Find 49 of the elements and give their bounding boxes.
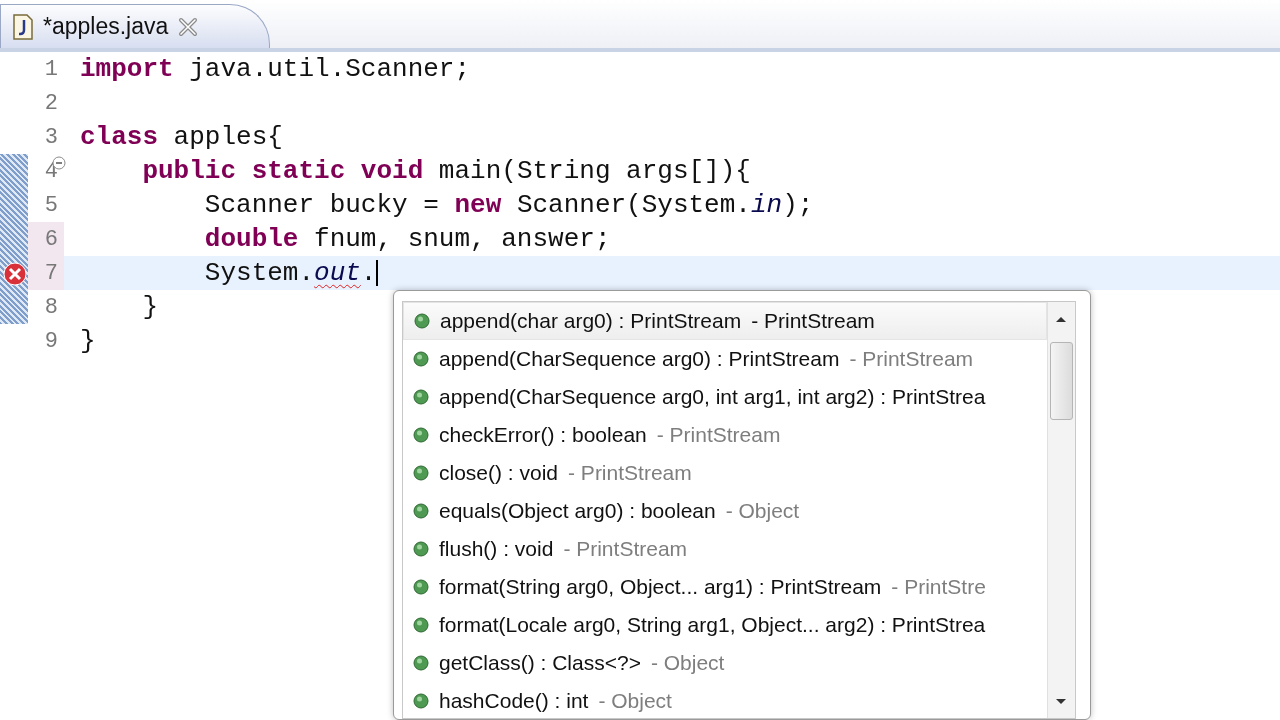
proposal-item[interactable]: getClass() : Class<?> - Object <box>403 644 1047 682</box>
method-icon <box>413 617 429 633</box>
code-line: } <box>80 326 96 356</box>
proposal-item[interactable]: append(CharSequence arg0, int arg1, int arg2) : PrintStrea <box>403 378 1047 416</box>
method-icon <box>413 427 429 443</box>
scroll-thumb[interactable] <box>1050 342 1073 420</box>
proposal-item[interactable]: close() : void - PrintStream <box>403 454 1047 492</box>
text-cursor <box>376 260 379 286</box>
line-number: 3 <box>44 124 58 150</box>
proposal-item[interactable]: format(String arg0, Object... arg1) : PrintStream - PrintStre <box>403 568 1047 606</box>
proposal-item[interactable]: hashCode() : int - Object <box>403 682 1047 718</box>
method-icon <box>413 541 429 557</box>
code-line: Scanner bucky = new Scanner(System.in); <box>203 190 814 220</box>
line-number: 2 <box>44 90 58 116</box>
line-number: 9 <box>44 328 58 354</box>
code-line: public static void main(String args[]){ <box>141 156 751 186</box>
error-token: out <box>314 258 361 288</box>
line-number: 5 <box>44 192 58 218</box>
line-number: 1 <box>44 56 58 82</box>
method-icon <box>413 465 429 481</box>
proposal-item[interactable]: checkError() : boolean - PrintStream <box>403 416 1047 454</box>
scroll-down-icon[interactable] <box>1054 697 1068 707</box>
method-icon <box>413 389 429 405</box>
method-icon <box>414 313 430 329</box>
scroll-up-icon[interactable] <box>1054 314 1068 324</box>
proposal-item[interactable]: append(CharSequence arg0) : PrintStream - PrintStream <box>403 340 1047 378</box>
code-line: System.out. <box>203 258 377 288</box>
tab-title: *apples.java <box>43 13 169 40</box>
method-icon <box>413 579 429 595</box>
method-icon <box>413 503 429 519</box>
method-icon <box>413 351 429 367</box>
line-number: 8 <box>44 294 58 320</box>
method-icon <box>413 655 429 671</box>
code-line: } <box>141 292 158 322</box>
code-line: double fnum, snum, answer; <box>203 224 611 254</box>
editor-tab[interactable]: *apples.java <box>0 4 270 48</box>
code-line: import java.util.Scanner; <box>80 54 471 84</box>
scrollbar[interactable] <box>1047 302 1075 718</box>
proposal-item[interactable]: flush() : void - PrintStream <box>403 530 1047 568</box>
method-icon <box>413 693 429 709</box>
code-line: class apples{ <box>80 122 283 152</box>
proposal-item[interactable]: equals(Object arg0) : boolean - Object <box>403 492 1047 530</box>
proposal-item[interactable]: format(Locale arg0, String arg1, Object... arg2) : PrintStrea <box>403 606 1047 644</box>
proposal-item[interactable]: append(char arg0) : PrintStream - PrintStream <box>403 302 1047 340</box>
line-number: 6 <box>44 226 58 252</box>
java-file-icon <box>13 13 33 40</box>
line-number: 7 <box>44 260 58 286</box>
close-icon[interactable] <box>178 16 199 37</box>
error-icon[interactable] <box>3 262 27 286</box>
